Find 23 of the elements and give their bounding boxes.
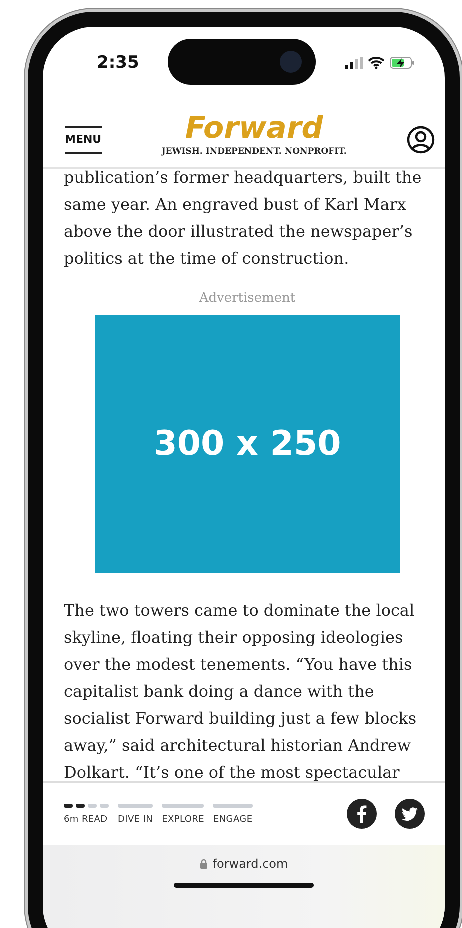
battery-icon — [390, 57, 415, 69]
section-link[interactable]: EXPLORE — [162, 814, 204, 824]
status-time: 2:35 — [97, 53, 140, 73]
section-link[interactable]: 6m READ — [64, 814, 109, 824]
progress-dashes — [64, 804, 109, 808]
article-paragraph: The two towers came to dominate the local skyline, floating their opposing ideologies over the modest tenements. “You have this capitalist bank doing a dance with the socialist Forward building just a few blocks away,” said architectural historian Andrew Dolkart. “It’s one of the most spectacular — [64, 600, 418, 781]
article-paragraph: publication’s former headquarters, built the same year. An engraved bust of Karl Marx above the door illustrated the newspaper’s politics at the time of construction. — [64, 169, 423, 270]
progress-track — [213, 804, 253, 808]
facebook-icon[interactable] — [347, 799, 377, 829]
account-icon[interactable] — [407, 126, 435, 154]
wifi-icon — [368, 57, 385, 69]
url-text[interactable]: forward.com — [212, 857, 288, 871]
ad-size-text: 300 x 250 — [154, 424, 342, 464]
twitter-icon[interactable] — [395, 799, 425, 829]
section-link[interactable]: DIVE IN — [118, 814, 154, 824]
signal-icon — [345, 57, 363, 69]
advertisement-label: Advertisement — [198, 291, 297, 306]
progress-track — [118, 804, 154, 808]
menu-button[interactable]: MENU — [65, 126, 102, 154]
tagline: JEWISH. INDEPENDENT. NONPROFIT. — [162, 146, 347, 156]
section-link[interactable]: ENGAGE — [213, 814, 253, 824]
lock-icon — [200, 859, 208, 869]
progress-track — [162, 804, 204, 808]
